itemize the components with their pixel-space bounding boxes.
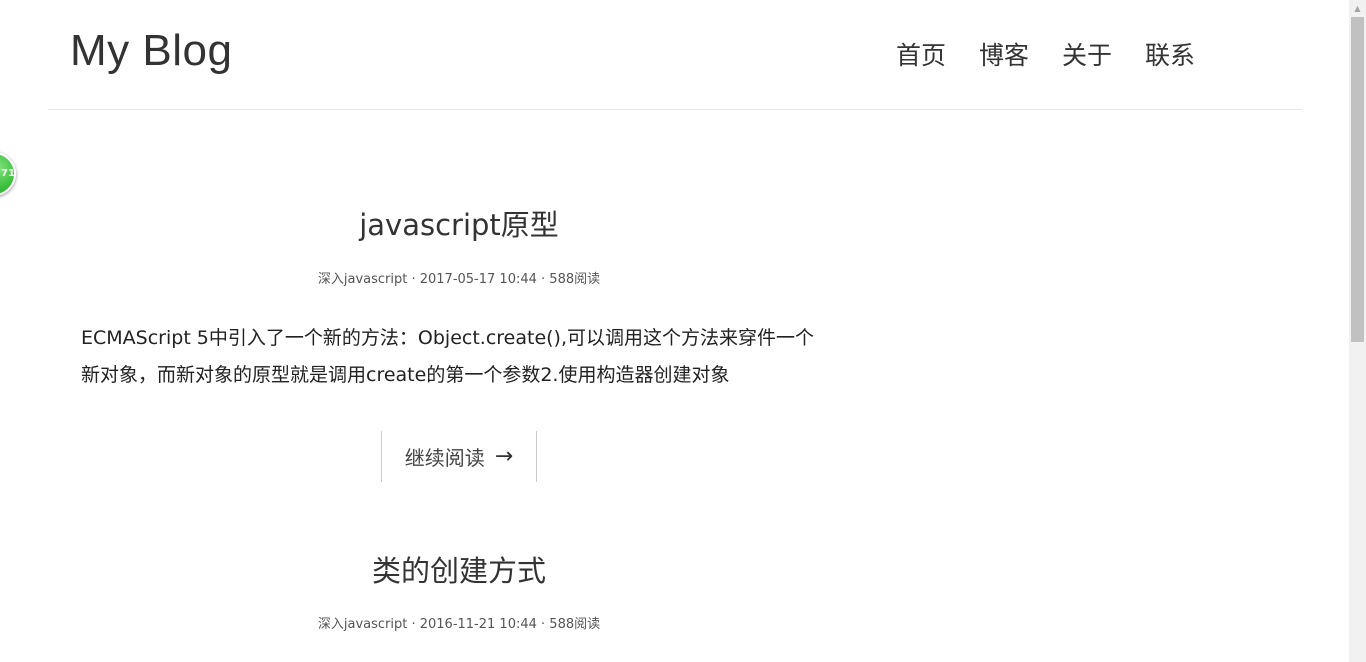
scroll-up-arrow-icon[interactable]: ▲ [1349, 0, 1366, 17]
post-reads: 588阅读 [549, 272, 601, 287]
post-meta: 深入javascript · 2017-05-17 10:44 · 588阅读 [0, 268, 918, 287]
main-nav: 首页 博客 关于 联系 [896, 36, 1195, 72]
nav-item-blog[interactable]: 博客 [979, 36, 1029, 72]
post-reads: 588阅读 [549, 617, 601, 632]
nav-item-about[interactable]: 关于 [1062, 36, 1112, 72]
read-more-label: 继续阅读 [404, 446, 485, 470]
post-title[interactable]: javascript原型 [0, 202, 918, 244]
vertical-scrollbar[interactable]: ▲ [1349, 0, 1366, 662]
read-more-button[interactable]: 继续阅读 → [381, 431, 537, 482]
site-title[interactable]: My Blog [70, 26, 232, 76]
nav-item-contact[interactable]: 联系 [1145, 36, 1195, 72]
post-meta: 深入javascript · 2016-11-21 10:44 · 588阅读 [0, 613, 918, 632]
badge-count: 71 [1, 168, 15, 179]
meta-separator: · [536, 272, 550, 287]
header-divider [48, 109, 1302, 110]
post-excerpt: ECMAScript 5中引入了一个新的方法：Object.create(),可… [81, 327, 814, 386]
meta-separator: · [407, 617, 420, 632]
scrollbar-thumb[interactable] [1351, 17, 1364, 342]
post-category[interactable]: 深入javascript [318, 617, 407, 632]
arrow-right-icon: → [494, 444, 514, 469]
meta-separator: · [536, 617, 550, 632]
post-date: 2017-05-17 10:44 [419, 272, 537, 287]
post-date: 2016-11-21 10:44 [419, 617, 537, 632]
meta-separator: · [407, 272, 420, 287]
blog-page: My Blog 首页 博客 关于 联系 71 javascript原型 深入ja… [0, 0, 1366, 662]
post-title[interactable]: 类的创建方式 [0, 548, 918, 590]
nav-item-home[interactable]: 首页 [896, 36, 946, 72]
post-category[interactable]: 深入javascript [318, 272, 407, 287]
floating-counter-badge[interactable]: 71 [0, 152, 16, 196]
